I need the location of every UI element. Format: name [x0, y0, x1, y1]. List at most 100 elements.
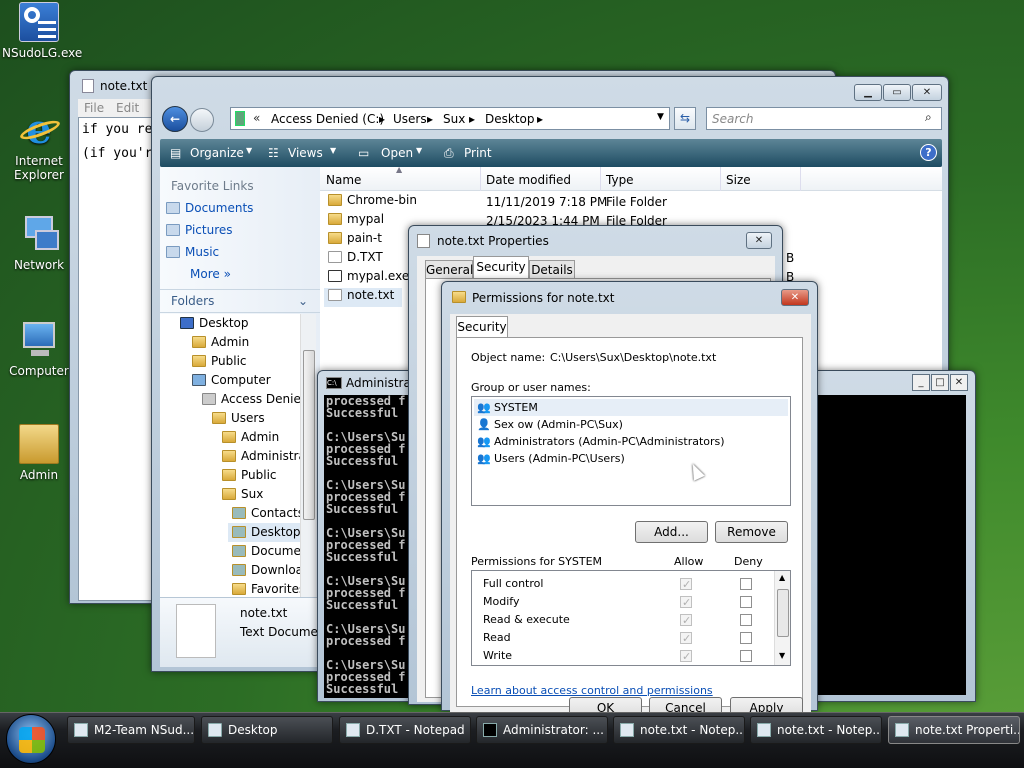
file-row[interactable]: pain-t	[324, 231, 382, 250]
close-button[interactable]: ✕	[912, 84, 942, 101]
breadcrumb-desktop[interactable]: Desktop	[485, 112, 535, 126]
close-button[interactable]: ✕	[950, 374, 968, 391]
open-button[interactable]: Open	[381, 146, 413, 160]
address-bar[interactable]: « Access Denied (C:) ▸ Users ▸ Sux ▸ Des…	[230, 107, 670, 130]
tree-downloads[interactable]: Downloa	[232, 561, 300, 580]
menu-file[interactable]: File	[84, 101, 104, 115]
col-name[interactable]: Name	[326, 173, 361, 187]
tree-scrollbar[interactable]	[300, 314, 316, 599]
user-item-administrators[interactable]: 👥 Administrators (Admin-PC\Administrators…	[474, 433, 725, 450]
user-item-sux[interactable]: 👤 Sex ow (Admin-PC\Sux)	[474, 416, 623, 433]
fav-documents[interactable]: Documents	[166, 201, 253, 215]
refresh-button[interactable]: ⇆	[674, 107, 696, 130]
chevron-down-icon[interactable]: ▼	[779, 651, 785, 660]
console-output-left[interactable]: processed f Successful C:\Users\Su processe…	[324, 395, 410, 698]
tab-security[interactable]: Security	[456, 316, 508, 338]
user-item-users[interactable]: 👥 Users (Admin-PC\Users)	[474, 450, 625, 467]
start-button[interactable]	[6, 714, 56, 764]
user-listbox[interactable]: 👥 SYSTEM 👤 Sex ow (Admin-PC\Sux) 👥 Administ…	[471, 396, 791, 506]
tree-users-administrator[interactable]: Administra	[222, 447, 300, 466]
fav-pictures[interactable]: Pictures	[166, 223, 233, 237]
file-row[interactable]: D.TXT	[324, 250, 383, 269]
file-row-selected[interactable]: note.txt	[324, 288, 403, 307]
tree-users-public[interactable]: Public	[222, 466, 277, 485]
remove-button[interactable]: Remove	[715, 521, 788, 543]
maximize-button[interactable]: ▭	[883, 84, 911, 101]
tree-drive-c[interactable]: Access Denied	[202, 390, 300, 409]
tree-desktop[interactable]: Desktop	[180, 314, 249, 333]
task-administrator[interactable]: Administrator: ...	[476, 716, 608, 744]
minimize-button[interactable]: ▁	[854, 84, 882, 101]
learn-more-link[interactable]: Learn about access control and permissio…	[471, 684, 713, 697]
help-icon[interactable]: ?	[920, 144, 937, 161]
search-box[interactable]: Search ⌕	[706, 107, 942, 130]
deny-checkbox[interactable]	[740, 632, 752, 644]
task-nsudo[interactable]: M2-Team NSud...	[67, 716, 195, 744]
back-button[interactable]: ←	[162, 106, 188, 132]
task-note-notepad-1[interactable]: note.txt - Notep...	[613, 716, 745, 744]
gear-app-icon	[19, 2, 59, 42]
allow-checkbox[interactable]	[680, 612, 692, 630]
allow-checkbox[interactable]	[680, 576, 692, 594]
desktop-icon-network[interactable]: Network	[2, 214, 76, 272]
col-size[interactable]: Size	[726, 173, 751, 187]
task-desktop[interactable]: Desktop	[201, 716, 333, 744]
menu-edit[interactable]: Edit	[116, 101, 139, 115]
desktop-icon-admin[interactable]: Admin	[2, 424, 76, 482]
task-dtxt-notepad[interactable]: D.TXT - Notepad	[339, 716, 471, 744]
close-button[interactable]: ✕	[781, 289, 809, 306]
fav-music[interactable]: Music	[166, 245, 219, 259]
task-label: note.txt - Notep...	[640, 723, 745, 737]
allow-checkbox[interactable]	[680, 648, 692, 665]
file-row[interactable]: mypal.exe -	[324, 269, 417, 288]
user-item-system[interactable]: 👥 SYSTEM	[474, 399, 788, 416]
tree-users-sux[interactable]: Sux	[222, 485, 263, 504]
deny-checkbox[interactable]	[740, 578, 752, 590]
file-row[interactable]: Chrome-bin 11/11/2019 7:18 PM File Folde…	[324, 193, 924, 212]
task-note-notepad-2[interactable]: note.txt - Notep...	[750, 716, 882, 744]
folders-header[interactable]: Folders	[171, 294, 214, 308]
tree-contacts[interactable]: Contacts	[232, 504, 300, 523]
task-label: note.txt Properti...	[915, 723, 1020, 737]
tab-details[interactable]: Details	[529, 260, 575, 279]
breadcrumb-sux[interactable]: Sux	[443, 112, 465, 126]
col-date[interactable]: Date modified	[486, 173, 571, 187]
deny-checkbox[interactable]	[740, 596, 752, 608]
fav-more[interactable]: More »	[190, 267, 231, 281]
col-type[interactable]: Type	[606, 173, 634, 187]
forward-button[interactable]	[190, 108, 214, 132]
breadcrumb-users[interactable]: Users	[393, 112, 427, 126]
tree-users-admin[interactable]: Admin	[222, 428, 279, 447]
tree-users[interactable]: Users	[212, 409, 265, 428]
tree-computer[interactable]: Computer	[192, 371, 271, 390]
print-button[interactable]: Print	[464, 146, 492, 160]
tree-public[interactable]: Public	[192, 352, 247, 371]
chevron-up-icon[interactable]: ▲	[779, 573, 785, 582]
deny-checkbox[interactable]	[740, 650, 752, 662]
task-note-properties[interactable]: note.txt Properti...	[888, 716, 1020, 744]
desktop-icon-nsudo[interactable]: NSudoLG.exe	[2, 2, 82, 60]
console-output-right[interactable]	[818, 395, 966, 695]
allow-checkbox[interactable]	[680, 594, 692, 612]
tree-sux-desktop[interactable]: Desktop	[228, 523, 300, 542]
views-button[interactable]: Views	[288, 146, 323, 160]
chevron-down-icon[interactable]: ⌄	[298, 294, 308, 308]
folder-icon	[328, 232, 342, 244]
allow-checkbox[interactable]	[680, 630, 692, 648]
desktop-icon-computer[interactable]: Computer	[2, 320, 76, 378]
console-title: Administrat	[346, 376, 416, 390]
tree-admin[interactable]: Admin	[192, 333, 249, 352]
close-button[interactable]: ✕	[746, 232, 772, 249]
organize-button[interactable]: Organize	[190, 146, 244, 160]
maximize-button[interactable]: □	[931, 374, 949, 391]
breadcrumb-drive[interactable]: Access Denied (C:)	[271, 112, 384, 126]
tree-documents[interactable]: Documen	[232, 542, 300, 561]
chevron-down-icon[interactable]: ▼	[657, 112, 664, 122]
add-button[interactable]: Add...	[635, 521, 708, 543]
deny-checkbox[interactable]	[740, 614, 752, 626]
minimize-button[interactable]: _	[912, 374, 930, 391]
tab-general[interactable]: General	[425, 260, 473, 279]
permissions-scrollbar[interactable]: ▲ ▼	[774, 571, 790, 665]
desktop-icon-ie[interactable]: e Internet Explorer	[2, 110, 76, 183]
tab-security[interactable]: Security	[473, 256, 529, 279]
